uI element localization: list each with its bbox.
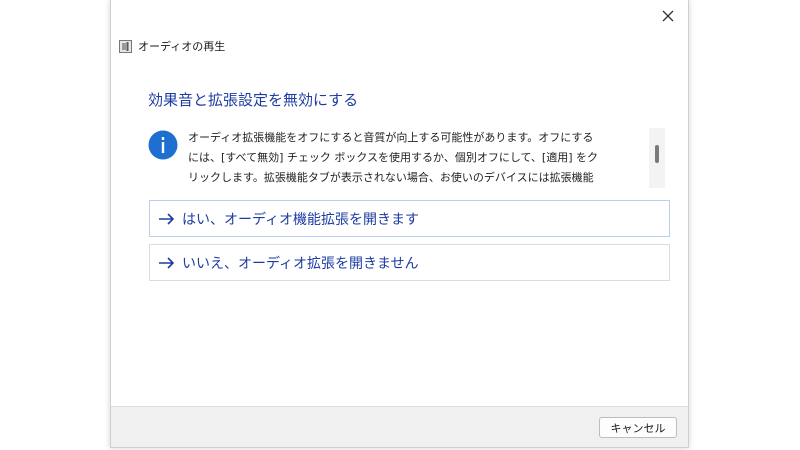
- dialog-footer: キャンセル: [111, 406, 688, 447]
- info-icon: [148, 130, 178, 160]
- cancel-button[interactable]: キャンセル: [599, 417, 677, 438]
- skip-audio-enhancements-label: いいえ、オーディオ拡張を開きません: [182, 255, 419, 272]
- arrow-right-icon: [159, 256, 175, 269]
- info-line: リックします。拡張機能タブが表示されない場合、お使いのデバイスには拡張機能: [188, 171, 594, 184]
- speaker-icon: [119, 39, 132, 53]
- info-scrollbar[interactable]: [649, 128, 665, 188]
- open-audio-enhancements-label: はい、オーディオ機能拡張を開きます: [182, 211, 420, 228]
- close-button[interactable]: [654, 3, 682, 29]
- skip-audio-enhancements-link[interactable]: いいえ、オーディオ拡張を開きません: [149, 244, 670, 281]
- close-icon: [662, 10, 674, 22]
- info-area: オーディオ拡張機能をオフにすると音質が向上する可能性があります。オフにする には…: [148, 128, 668, 188]
- audio-playback-dialog: オーディオの再生 効果音と拡張設定を無効にする オーディオ拡張機能をオフにすると…: [110, 0, 689, 448]
- title-bar: オーディオの再生: [119, 38, 225, 54]
- info-line: には、[すべて無効] チェック ボックスを使用するか、個別オフにして、[適用] …: [188, 151, 599, 164]
- main-heading: 効果音と拡張設定を無効にする: [148, 91, 359, 109]
- open-audio-enhancements-link[interactable]: はい、オーディオ機能拡張を開きます: [149, 200, 670, 237]
- info-text: オーディオ拡張機能をオフにすると音質が向上する可能性があります。オフにする には…: [188, 128, 644, 188]
- info-line: オーディオ拡張機能をオフにすると音質が向上する可能性があります。オフにする: [188, 131, 594, 144]
- window-title: オーディオの再生: [138, 40, 226, 53]
- arrow-right-icon: [159, 212, 175, 225]
- scroll-thumb[interactable]: [655, 145, 659, 163]
